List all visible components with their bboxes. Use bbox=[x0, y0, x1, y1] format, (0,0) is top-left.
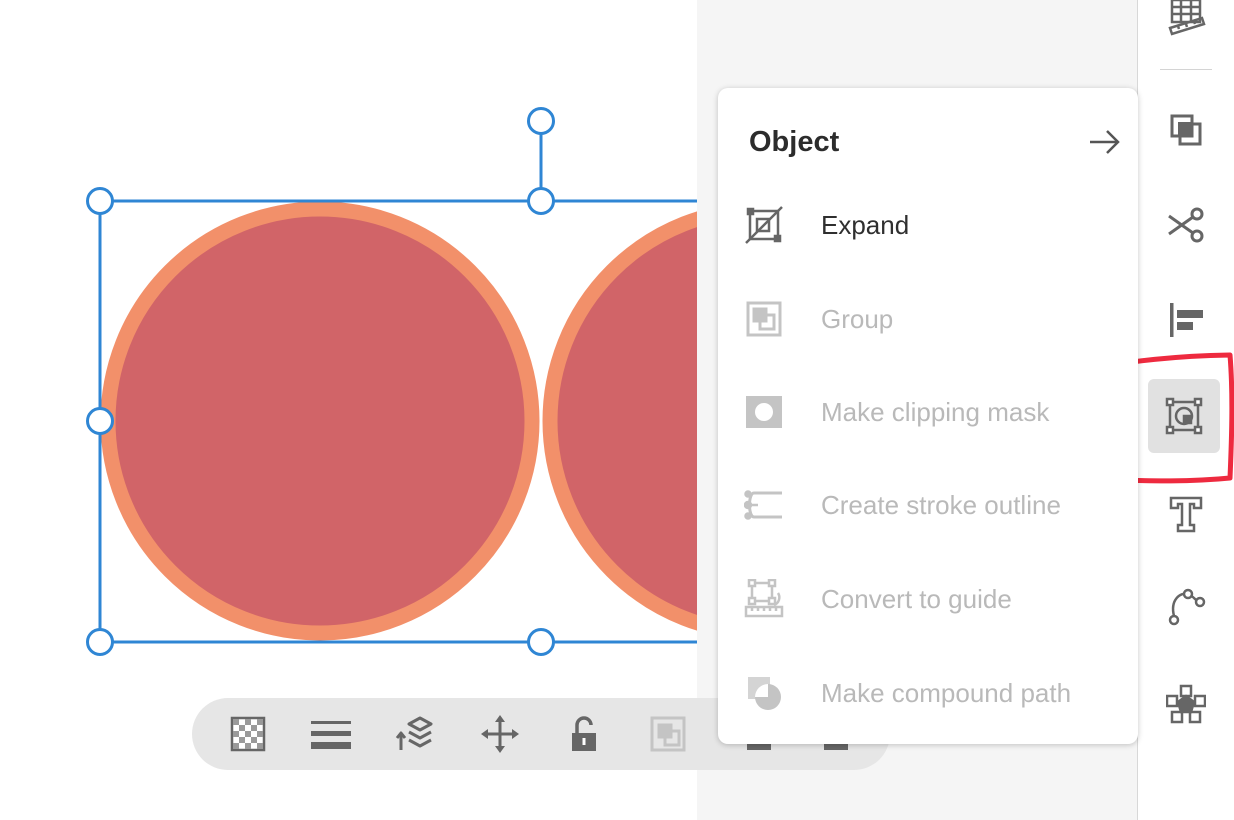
group-icon bbox=[746, 301, 782, 337]
arrow-right-icon[interactable] bbox=[1088, 128, 1122, 156]
circle-shape-left[interactable] bbox=[100, 201, 540, 641]
group-icon[interactable] bbox=[646, 712, 690, 756]
resize-handle-top-left[interactable] bbox=[86, 187, 114, 215]
menu-title: Object bbox=[749, 126, 840, 158]
resize-handle-bottom-middle[interactable] bbox=[527, 628, 555, 656]
toolbar-divider bbox=[1160, 69, 1212, 70]
stroke-outline-icon bbox=[744, 490, 782, 520]
resize-handle-top-middle[interactable] bbox=[527, 187, 555, 215]
menu-item-clipping-mask[interactable]: Make clipping mask bbox=[718, 367, 1138, 457]
rotate-handle[interactable] bbox=[527, 107, 555, 135]
scissors-icon[interactable] bbox=[1162, 201, 1210, 249]
move-icon[interactable] bbox=[478, 712, 522, 756]
artboard-canvas[interactable] bbox=[0, 0, 697, 820]
menu-item-compound-path[interactable]: Make compound path bbox=[718, 648, 1138, 738]
align-icon[interactable] bbox=[1162, 296, 1210, 344]
menu-item-label: Make clipping mask bbox=[821, 396, 1050, 427]
object-menu: Object Expand Group Make clipping mask C… bbox=[718, 88, 1138, 744]
stroke-weight-icon[interactable] bbox=[309, 712, 353, 756]
menu-item-group[interactable]: Group bbox=[718, 274, 1138, 364]
resize-handle-bottom-left[interactable] bbox=[86, 628, 114, 656]
ruler-grid-icon[interactable] bbox=[1162, 0, 1210, 42]
object-icon[interactable] bbox=[1148, 379, 1220, 453]
layers-icon[interactable] bbox=[393, 712, 437, 756]
menu-item-convert-guide[interactable]: Convert to guide bbox=[718, 554, 1138, 644]
clipping-mask-icon bbox=[746, 396, 782, 428]
resize-handle-middle-left[interactable] bbox=[86, 407, 114, 435]
arrange-icon[interactable] bbox=[1162, 106, 1210, 154]
menu-item-label: Expand bbox=[821, 209, 910, 240]
menu-item-expand[interactable]: Expand bbox=[718, 180, 1138, 270]
menu-item-label: Group bbox=[821, 303, 894, 334]
opacity-icon[interactable] bbox=[226, 712, 270, 756]
repeat-icon[interactable] bbox=[1162, 680, 1210, 728]
guide-icon bbox=[744, 579, 784, 618]
compound-path-icon bbox=[748, 677, 781, 710]
lock-icon[interactable] bbox=[562, 712, 606, 756]
expand-icon bbox=[745, 206, 783, 244]
menu-item-label: Create stroke outline bbox=[821, 489, 1061, 520]
menu-item-label: Make compound path bbox=[821, 677, 1072, 708]
path-icon[interactable] bbox=[1162, 582, 1210, 630]
menu-item-stroke-outline[interactable]: Create stroke outline bbox=[718, 460, 1138, 550]
menu-item-label: Convert to guide bbox=[821, 583, 1012, 614]
text-icon[interactable] bbox=[1162, 490, 1210, 538]
canvas-svg bbox=[86, 107, 697, 656]
circle-shape-right[interactable] bbox=[542, 209, 697, 633]
